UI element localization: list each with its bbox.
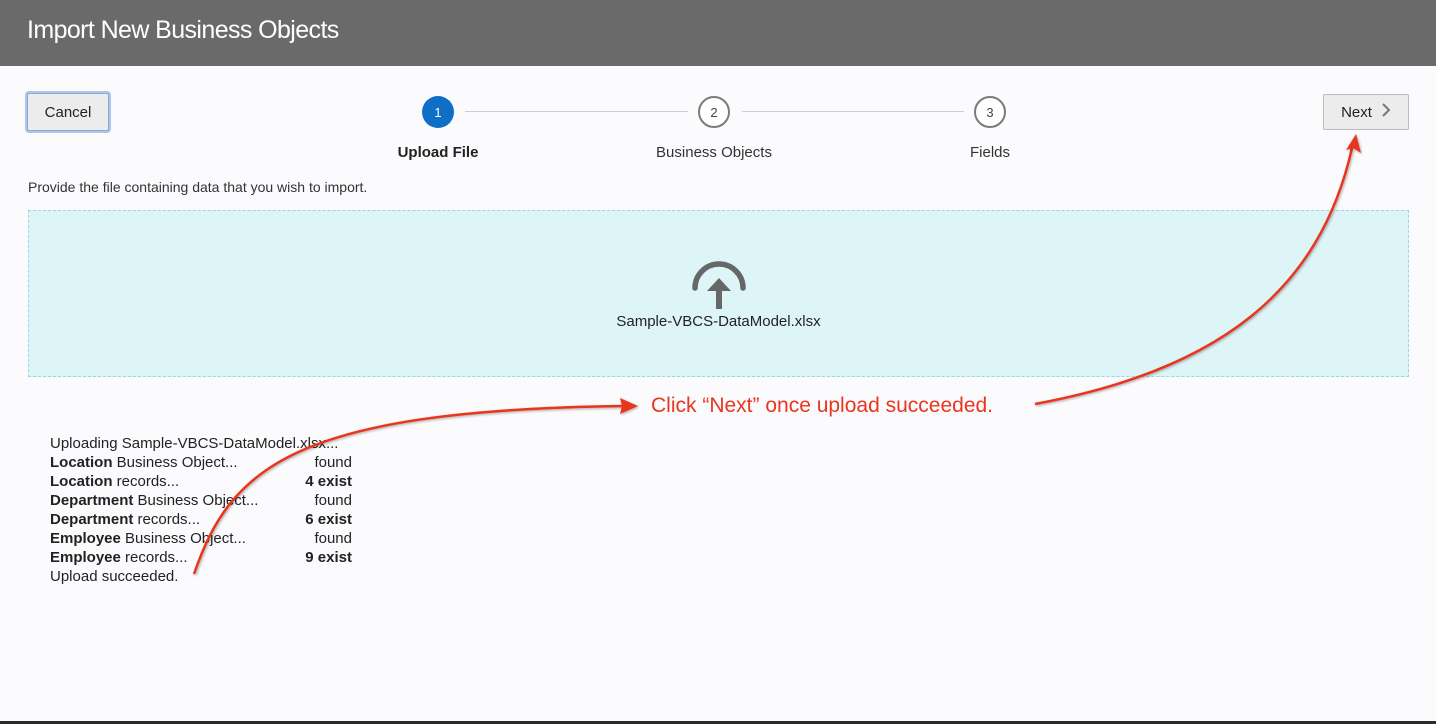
step-2-indicator[interactable]: 2 [698,96,730,128]
instruction-text: Provide the file containing data that yo… [28,179,368,195]
log-object-suffix: records... [120,549,188,566]
log-uploading-text: Uploading Sample-VBCS-DataModel.xlsx... [50,435,339,452]
log-line: Employee records... 9 exist [50,548,352,567]
upload-log: Uploading Sample-VBCS-DataModel.xlsx... … [50,434,352,586]
log-line: Department records... 6 exist [50,510,352,529]
log-result-text: Upload succeeded. [50,568,179,585]
step-number: 1 [434,104,442,120]
step-1-indicator[interactable]: 1 [422,96,454,128]
log-object-name: Employee [50,530,121,547]
log-status: 6 exist [305,511,352,528]
log-status: 4 exist [305,473,352,490]
step-2-label: Business Objects [656,144,772,161]
next-button-label: Next [1341,103,1372,121]
log-object-name: Location [50,473,113,490]
title-bar: Import New Business Objects [0,0,1436,66]
log-object-suffix: Business Object... [133,492,259,509]
log-status: 9 exist [305,549,352,566]
step-3-label: Fields [969,144,1011,161]
next-button[interactable]: Next [1323,94,1409,130]
log-object-suffix: Business Object... [112,454,238,471]
log-object-suffix: Business Object... [120,530,246,547]
annotation-arrowhead-right [1346,134,1361,153]
chevron-right-icon [1381,103,1391,121]
uploaded-filename: Sample-VBCS-DataModel.xlsx [616,313,821,330]
annotation-arrowhead-left [620,398,638,414]
log-object-name: Department [50,511,134,528]
annotation-callout: Click “Next” once upload succeeded. [651,394,994,417]
log-status: found [314,530,352,547]
cancel-button-label: Cancel [44,103,92,121]
log-line: Location records... 4 exist [50,472,352,491]
step-number: 2 [710,104,718,120]
step-1-label: Upload File [397,144,479,161]
log-object-suffix: records... [112,473,180,490]
upload-icon [691,261,747,314]
step-number: 3 [986,104,994,120]
log-status: found [314,492,352,509]
step-connector [742,111,964,112]
log-object-suffix: records... [133,511,201,528]
log-object-name: Employee [50,549,121,566]
dialog-title: Import New Business Objects [27,16,339,44]
file-dropzone[interactable]: Sample-VBCS-DataModel.xlsx [28,210,1409,377]
log-object-name: Department [50,492,134,509]
log-line: Upload succeeded. [50,567,352,586]
log-line: Location Business Object... found [50,453,352,472]
log-line: Uploading Sample-VBCS-DataModel.xlsx... [50,434,352,453]
log-line: Department Business Object... found [50,491,352,510]
step-3-indicator[interactable]: 3 [974,96,1006,128]
step-connector [465,111,688,112]
log-status: found [314,454,352,471]
log-line: Employee Business Object... found [50,529,352,548]
log-object-name: Location [50,454,113,471]
cancel-button[interactable]: Cancel [27,93,109,131]
